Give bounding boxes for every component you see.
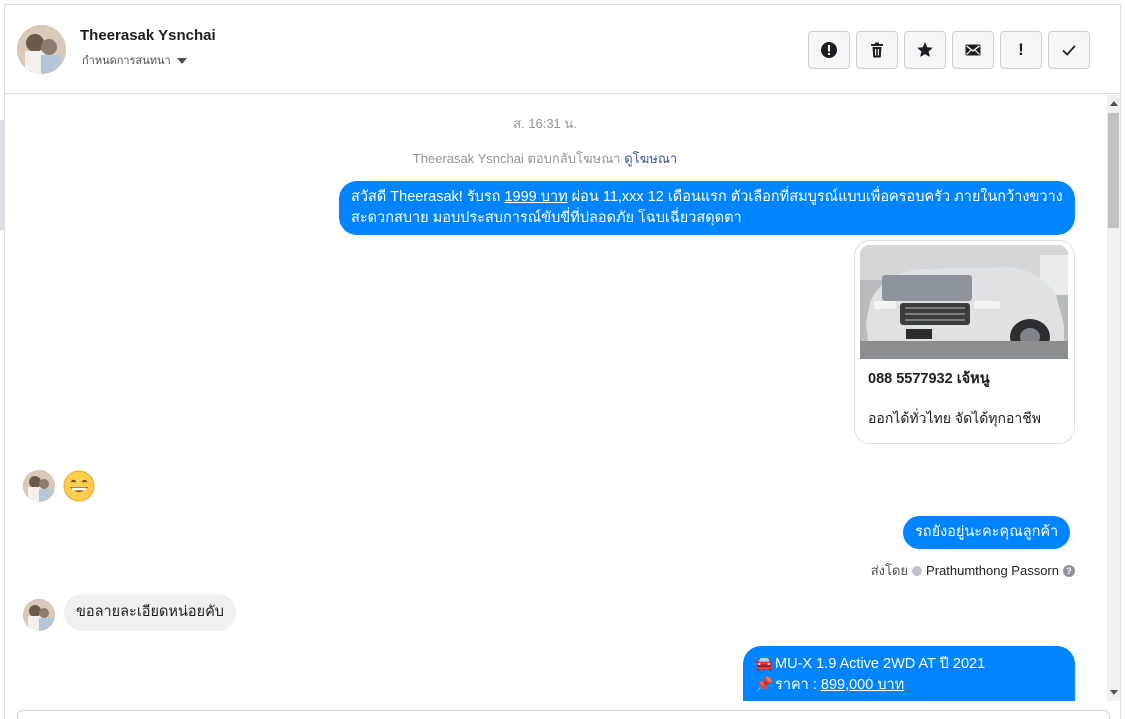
price-link[interactable]: 1999 บาท — [504, 189, 567, 205]
sent-by-label: ส่งโดย — [870, 563, 909, 578]
message-line: 📌 ราคา : 899,000 บาท — [755, 675, 1063, 696]
header-actions: ! — [808, 31, 1090, 69]
message-line: 🚘 MU-X 1.9 Active 2WD AT ปี 2021 — [755, 654, 1063, 675]
message-text: รถยังอยู่นะคะคุณลูกค้า — [915, 524, 1059, 540]
alert-circle-icon — [821, 42, 837, 58]
trash-icon — [871, 42, 883, 58]
price-link[interactable]: 899,000 บาท — [821, 677, 904, 693]
report-button[interactable] — [808, 31, 850, 69]
message-text: ขอลายละเอียดหน่อยคับ — [76, 604, 224, 620]
contact-avatar[interactable] — [23, 470, 55, 502]
contact-name[interactable]: Theerasak Ysnchai — [80, 27, 216, 44]
thread-scrollbar[interactable] — [1107, 95, 1120, 701]
sent-by-note: ส่งโดย Prathumthong Passorn ? — [871, 560, 1075, 581]
contact-avatar[interactable] — [17, 25, 66, 74]
messenger-window: Theerasak Ysnchai กำหนดการสนทนา ! ส. 16:… — [4, 4, 1121, 719]
conversation-header: Theerasak Ysnchai กำหนดการสนทนา ! — [5, 5, 1120, 94]
ad-card-subtitle: ออกได้ทั่วไทย จัดได้ทุกอาชีพ — [868, 410, 1042, 426]
message-thread[interactable]: ส. 16:31 น. Theerasak Ysnchai ตอบกลับโฆษ… — [5, 95, 1105, 701]
mark-done-button[interactable] — [1048, 31, 1090, 69]
scroll-up-icon[interactable] — [1110, 101, 1118, 106]
exclamation-icon: ! — [1018, 40, 1024, 59]
conversation-settings-label: กำหนดการสนทนา — [82, 54, 171, 67]
ad-reply-note: Theerasak Ysnchai ตอบกลับโฆษณา ดูโฆษณา — [5, 148, 1085, 169]
important-button[interactable]: ! — [1000, 31, 1042, 69]
ad-reply-text: Theerasak Ysnchai ตอบกลับโฆษณา — [412, 151, 621, 166]
sender-name[interactable]: Prathumthong Passorn — [926, 563, 1059, 578]
conversation-settings-dropdown[interactable]: กำหนดการสนทนา — [82, 51, 187, 69]
message-text: MU-X 1.9 Active 2WD AT ปี 2021 — [775, 656, 986, 672]
help-icon[interactable]: ? — [1063, 564, 1075, 577]
envelope-icon — [965, 44, 981, 56]
seen-check-icon — [912, 565, 923, 576]
mark-unread-button[interactable] — [952, 31, 994, 69]
car-image[interactable] — [860, 245, 1068, 359]
incoming-message[interactable]: ขอลายละเอียดหน่อยคับ — [64, 594, 236, 631]
outgoing-message[interactable]: 🚘 MU-X 1.9 Active 2WD AT ปี 2021 📌 ราคา … — [743, 646, 1075, 701]
caret-down-icon — [176, 58, 187, 64]
star-button[interactable] — [904, 31, 946, 69]
scroll-down-icon[interactable] — [1110, 690, 1118, 695]
ad-card[interactable]: 088 5577932 เจ้หนู ออกได้ทั่วไทย จัดได้ท… — [854, 240, 1075, 444]
contact-avatar[interactable] — [23, 599, 55, 631]
checkmark-icon — [1062, 45, 1076, 56]
outgoing-message[interactable]: สวัสดี Theerasak! รับรถ 1999 บาท ผ่อน 11… — [339, 181, 1075, 235]
message-text: สวัสดี Theerasak! รับรถ — [351, 189, 505, 205]
left-edge-divider — [0, 120, 4, 230]
scroll-thumb[interactable] — [1108, 113, 1119, 228]
delete-button[interactable] — [856, 31, 898, 69]
message-timestamp: ส. 16:31 น. — [513, 116, 577, 131]
car-icon: 🚘 — [755, 656, 774, 672]
outgoing-message[interactable]: รถยังอยู่นะคะคุณลูกค้า — [903, 516, 1071, 549]
ad-card-title: 088 5577932 เจ้หนู — [868, 371, 990, 387]
star-icon — [917, 42, 933, 57]
message-text: ราคา : — [775, 677, 821, 693]
view-ad-link[interactable]: ดูโฆษณา — [624, 151, 677, 166]
message-composer[interactable] — [17, 710, 1110, 719]
pushpin-icon: 📌 — [755, 677, 774, 693]
grinning-face-icon — [63, 470, 95, 502]
